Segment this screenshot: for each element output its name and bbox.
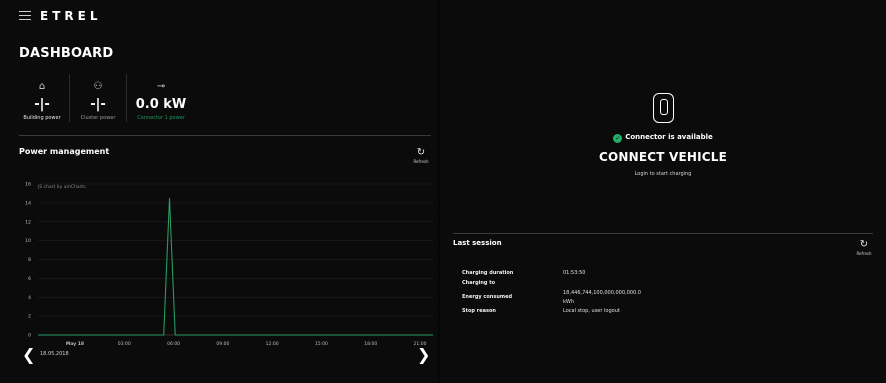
y-tick-label: 12 [25, 219, 31, 225]
chart-date: 18.05.2018 [40, 351, 69, 357]
y-tick-label: 14 [25, 200, 31, 206]
connector-status-text: Connector is available [625, 133, 713, 141]
login-hint: Login to start charging [634, 171, 692, 177]
section-title: Last session [453, 239, 502, 247]
chart-watermark: JS chart by amCharts [38, 185, 86, 190]
y-tick-label: 4 [28, 295, 31, 301]
session-value: 01:53:50 [563, 270, 586, 276]
refresh-button[interactable]: ↻ Refresh [853, 239, 875, 256]
series-line [38, 198, 433, 336]
next-day-button[interactable]: ❯ [417, 347, 430, 363]
check-icon: ✓ [613, 134, 623, 143]
session-key: Charging to [462, 280, 496, 286]
x-tick-label: May 18 [66, 341, 84, 347]
x-tick-label: 06:00 [167, 341, 180, 347]
x-tick-label: 03:00 [118, 341, 131, 347]
connector-icon [653, 93, 674, 123]
session-key: Energy consumed [462, 294, 513, 300]
x-tick-label: 12:00 [266, 341, 279, 347]
connector-status: ✓ Connector is available [440, 133, 886, 143]
right-panel: ✓ Connector is available CONNECT VEHICLE … [440, 0, 886, 383]
session-value: Local stop, user logout [563, 308, 620, 314]
y-tick-label: 8 [28, 257, 31, 263]
session-key: Stop reason [462, 308, 496, 314]
y-tick-label: 0 [28, 333, 31, 339]
connect-headline: CONNECT VEHICLE [598, 150, 728, 164]
y-tick-label: 6 [28, 276, 31, 282]
x-tick-label: 09:00 [216, 341, 229, 347]
divider [453, 233, 873, 234]
session-value: 18,446,744,100,000,000,000.0 [563, 290, 641, 296]
refresh-label: Refresh [856, 251, 872, 256]
x-tick-label: 15:00 [315, 341, 328, 347]
previous-day-button[interactable]: ❮ [22, 347, 35, 363]
power-chart: 0 2 4 6 8 10 12 14 16 May 18 03:00 06:00 09:00 12:00 1… [25, 182, 433, 347]
session-key: Charging duration [462, 270, 514, 276]
y-tick-label: 2 [28, 314, 31, 320]
y-tick-label: 10 [25, 238, 31, 244]
y-tick-label: 16 [25, 182, 31, 188]
refresh-icon: ↻ [859, 239, 869, 250]
session-value: kWh [563, 299, 575, 305]
x-tick-label: 18:00 [364, 341, 377, 347]
